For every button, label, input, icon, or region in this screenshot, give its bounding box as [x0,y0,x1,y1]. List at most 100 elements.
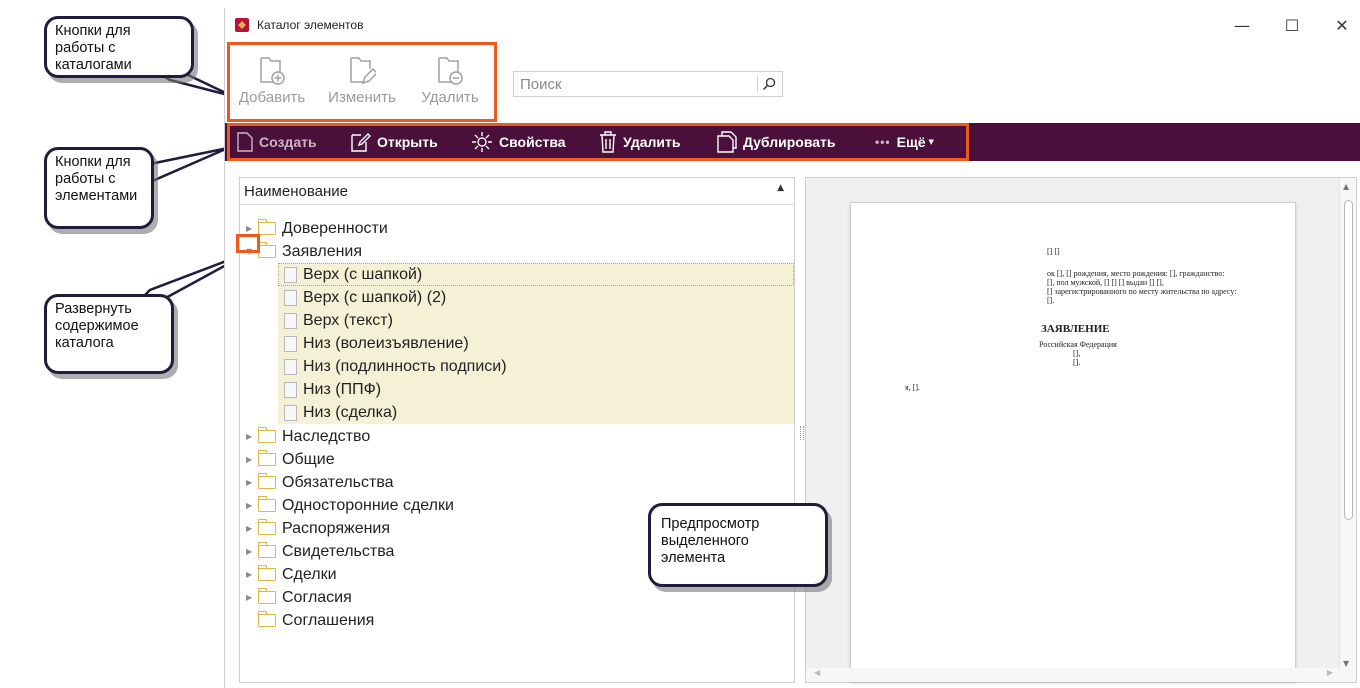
close-button[interactable]: ✕ [1319,10,1360,40]
preview-text: Российская Федерация [1039,340,1117,349]
preview-text: [], [1073,349,1081,358]
window-title: Каталог элементов [257,18,364,32]
delete-label: Удалить [623,134,681,150]
preview-text: []. [1047,296,1055,305]
properties-label: Свойства [499,134,566,150]
duplicate-label: Дублировать [743,134,836,150]
more-button[interactable]: ••• Ещё ▼ [875,123,934,161]
folder-icon [257,219,276,235]
panel-splitter[interactable] [800,426,804,440]
chevron-down-icon: ▼ [928,138,934,146]
element-label: Верх (текст) [303,311,393,329]
document-icon [284,289,297,306]
expand-arrow-icon[interactable]: ▶ [246,524,258,533]
expand-arrow-icon[interactable]: ▶ [246,455,258,464]
tree-element[interactable]: Верх (текст) [284,309,393,332]
element-label: Верх (с шапкой) [303,265,423,283]
folder-label: Доверенности [282,219,388,237]
folder-label: Соглашения [282,611,375,629]
tree-folder[interactable]: ▶ Распоряжения [246,517,390,540]
folder-add-icon [260,57,285,85]
title-bar: Каталог элементов — ☐ ✕ [225,8,1360,44]
create-button[interactable]: Создать [237,123,317,161]
tree-element[interactable]: Низ (волеизъявление) [284,332,469,355]
delete-button[interactable]: Удалить [599,123,680,161]
folder-label: Согласия [282,588,352,606]
tree-folder[interactable]: ▶ Односторонние сделки [246,494,454,517]
expand-arrow-icon[interactable]: ▶ [246,570,258,579]
element-label: Низ (сделка) [303,403,398,421]
document-icon [284,404,297,421]
expand-highlight [236,234,260,253]
preview-heading: ЗАЯВЛЕНИЕ [1041,323,1110,335]
add-catalog-button[interactable]: Добавить [230,55,314,117]
tree-element[interactable]: Низ (сделка) [284,401,397,424]
expand-arrow-icon[interactable]: ▶ [246,501,258,510]
tree-folder-expanded[interactable]: ▼ Заявления [246,240,362,263]
tree-element[interactable]: Низ (подлинность подписи) [284,355,507,378]
document-icon [284,358,297,375]
duplicate-button[interactable]: Дублировать [717,123,836,161]
expand-arrow-icon[interactable]: ▶ [246,432,258,441]
preview-page: [] [] ок [], [] рождения, место рождения… [850,202,1296,682]
scroll-right-icon[interactable]: ▶ [1327,668,1333,677]
open-button[interactable]: Открыть [351,123,438,161]
search-icon[interactable] [761,76,777,92]
scroll-thumb[interactable] [1344,200,1353,520]
create-label: Создать [259,134,317,150]
maximize-button[interactable]: ☐ [1269,10,1315,40]
vertical-scrollbar[interactable]: ▲ ▼ [1339,178,1356,682]
more-label: Ещё [896,134,926,150]
search-box [513,71,783,97]
delete-catalog-label: Удалить [421,89,479,106]
element-label: Верх (с шапкой) (2) [303,288,447,306]
expand-arrow-icon[interactable]: ▶ [246,478,258,487]
properties-button[interactable]: Свойства [471,123,566,161]
folder-icon [257,611,276,627]
edit-catalog-label: Изменить [328,89,396,106]
add-catalog-label: Добавить [238,89,306,106]
folder-icon [257,496,276,512]
horizontal-scrollbar[interactable]: ◀ ▶ [806,668,1341,682]
catalog-tree: Наименование ▲ ▶ Доверенности ▼ Заявления … [239,177,795,683]
minimize-button[interactable]: — [1219,10,1265,40]
folder-icon [257,542,276,558]
tree-element[interactable]: Верх (с шапкой) (2) [284,286,446,309]
tree-element[interactable]: Верх (с шапкой) [284,263,422,286]
edit-document-icon [351,133,371,152]
tree-folder[interactable]: ▶ Согласия [246,586,352,609]
app-logo-icon [235,18,249,32]
expand-arrow-icon[interactable]: ▶ [246,593,258,602]
document-icon [284,312,297,329]
tree-folder[interactable]: ▶ Свидетельства [246,540,394,563]
elements-toolbar: Создать Открыть Свойства Удалить Дублиро… [225,123,1360,161]
search-input[interactable] [514,72,744,96]
element-label: Низ (ППФ) [303,380,382,398]
tree-folder[interactable]: ▶ Доверенности [246,217,388,240]
delete-catalog-button[interactable]: Удалить [408,55,492,117]
tree-folder[interactable]: ▶ Общие [246,448,335,471]
tree-folder[interactable]: ▶ Обязательства [246,471,394,494]
folder-label: Свидетельства [282,542,395,560]
scroll-up-icon[interactable]: ▲ [1343,182,1349,191]
scroll-left-icon[interactable]: ◀ [814,668,820,677]
document-icon [284,335,297,352]
sort-ascending-icon[interactable]: ▲ [777,183,784,193]
folder-icon [257,519,276,535]
catalog-buttons-group: Добавить Изменить Удалить [227,42,497,122]
more-dots-icon: ••• [875,135,891,149]
scroll-down-icon[interactable]: ▼ [1343,659,1349,668]
tree-folder[interactable]: ▶ Наследство [246,425,370,448]
tree-folder[interactable]: ▶ Сделки [246,563,337,586]
folder-edit-icon [350,57,376,85]
tree-column-header[interactable]: Наименование ▲ [240,178,794,205]
tree-element[interactable]: Низ (ППФ) [284,378,381,401]
expand-arrow-icon[interactable]: ▶ [246,224,258,233]
folder-label: Наследство [282,427,371,445]
folder-label: Обязательства [282,473,394,491]
folder-label: Распоряжения [282,519,391,537]
expand-arrow-icon[interactable]: ▶ [246,547,258,556]
preview-text: []. [1073,358,1081,367]
edit-catalog-button[interactable]: Изменить [320,55,404,117]
tree-folder[interactable]: Соглашения [246,609,374,632]
